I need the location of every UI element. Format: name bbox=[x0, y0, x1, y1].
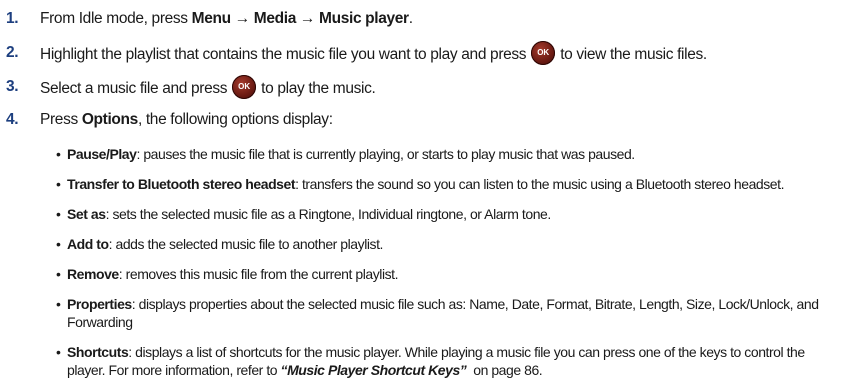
option-term: Transfer to Bluetooth stereo headset bbox=[67, 176, 296, 192]
bullet-icon: • bbox=[56, 176, 61, 192]
bullet-icon: • bbox=[56, 236, 61, 252]
step-text-pre: From Idle mode, press bbox=[40, 10, 192, 27]
step-text-pre: Select a music file and press bbox=[40, 80, 228, 98]
manual-page: 1. From Idle mode, press Menu → Media → … bbox=[0, 0, 845, 389]
option-item: • Set as: sets the selected music file a… bbox=[56, 205, 836, 223]
option-term: Shortcuts bbox=[67, 344, 129, 360]
step-number: 3. bbox=[6, 78, 19, 95]
option-term: Add to bbox=[67, 236, 109, 252]
option-desc: : transfers the sound so you can listen … bbox=[295, 176, 785, 192]
option-item: • Transfer to Bluetooth stereo headset: … bbox=[56, 175, 836, 193]
option-desc: : pauses the music file that is currentl… bbox=[136, 146, 635, 162]
step-text-pre: Press bbox=[40, 111, 82, 128]
options-label: Options bbox=[81, 111, 138, 128]
step-text: Press Options, the following options dis… bbox=[40, 110, 333, 129]
step-text-pre: Highlight the playlist that contains the… bbox=[40, 46, 527, 64]
bullet-icon: • bbox=[56, 206, 61, 222]
step-text-post: to play the music. bbox=[261, 80, 376, 98]
option-item: • Add to: adds the selected music file t… bbox=[56, 235, 836, 253]
option-term: Pause/Play bbox=[67, 146, 137, 162]
bullet-icon: • bbox=[56, 344, 61, 360]
step-text: Select a music file and press OK to play t… bbox=[40, 75, 376, 101]
option-term: Set as bbox=[67, 206, 106, 222]
step-text-post: to view the music files. bbox=[560, 46, 707, 64]
ok-key-icon: OK bbox=[232, 75, 257, 99]
option-term: Remove bbox=[67, 266, 119, 282]
option-term: Properties bbox=[67, 296, 132, 312]
bullet-icon: • bbox=[56, 146, 61, 162]
bullet-icon: • bbox=[56, 296, 61, 312]
option-item: • Remove: removes this music file from t… bbox=[56, 265, 836, 283]
option-desc-tail: on page 86. bbox=[466, 362, 543, 378]
option-desc: : displays properties about the selected… bbox=[67, 296, 819, 330]
step-text-post: , the following options display: bbox=[137, 111, 333, 128]
step-number: 2. bbox=[6, 44, 19, 61]
option-desc: : adds the selected music file to anothe… bbox=[108, 236, 384, 252]
option-desc: : sets the selected music file as a Ring… bbox=[105, 206, 552, 222]
step-text: From Idle mode, press Menu → Media → Mus… bbox=[40, 9, 413, 28]
option-item: • Shortcuts: displays a list of shortcut… bbox=[56, 343, 836, 379]
option-item: • Properties: displays properties about … bbox=[56, 295, 836, 331]
cross-reference-link[interactable]: “Music Player Shortcut Keys” bbox=[281, 362, 467, 378]
step-text-post: . bbox=[408, 10, 413, 27]
option-item: • Pause/Play: pauses the music file that… bbox=[56, 145, 836, 163]
step-number: 4. bbox=[6, 111, 19, 128]
ok-key-icon: OK bbox=[531, 41, 556, 65]
option-desc: : removes this music file from the curre… bbox=[118, 266, 399, 282]
step-number: 1. bbox=[6, 10, 19, 27]
step-text: Highlight the playlist that contains the… bbox=[40, 41, 707, 67]
bullet-icon: • bbox=[56, 266, 61, 282]
menu-path: Menu → Media → Music player bbox=[191, 10, 409, 27]
